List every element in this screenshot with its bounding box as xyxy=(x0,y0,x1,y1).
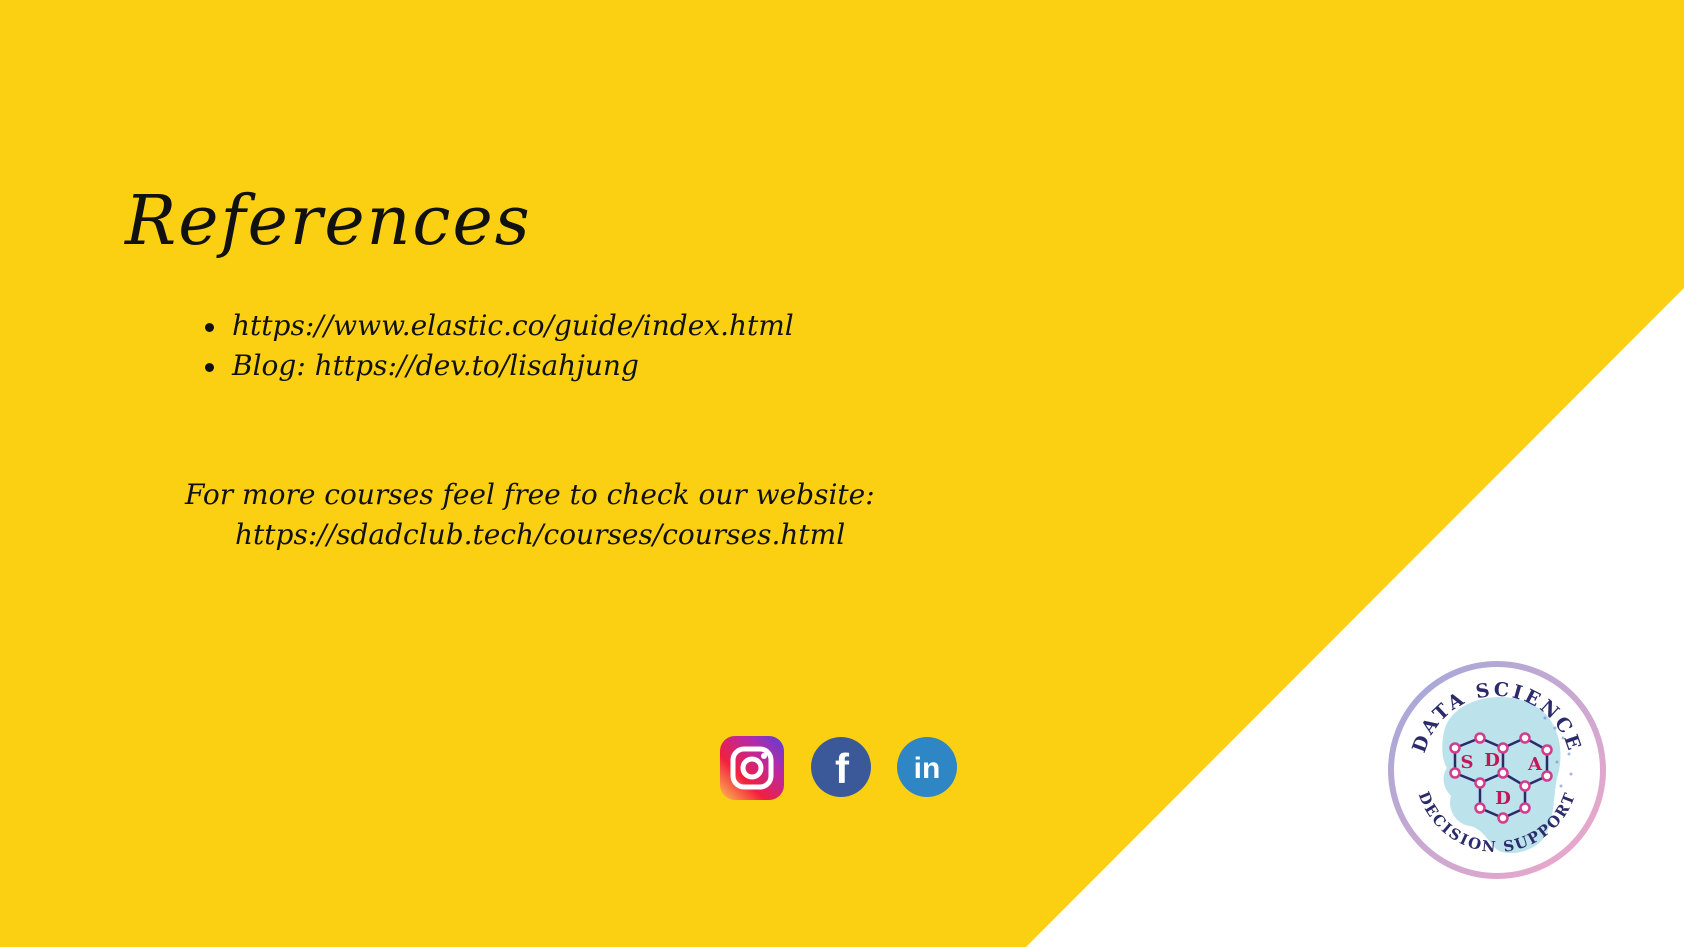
logo-letter-a: A xyxy=(1527,754,1543,775)
reference-link[interactable]: Blog: https://dev.to/lisahjung xyxy=(232,349,639,382)
reference-link[interactable]: https://www.elastic.co/guide/index.html xyxy=(232,309,794,342)
logo-letter-s: S xyxy=(1461,752,1474,773)
references-list: https://www.elastic.co/guide/index.html … xyxy=(205,306,794,386)
more-courses-text: For more courses feel free to check our … xyxy=(185,478,875,511)
linkedin-button[interactable]: in xyxy=(896,736,958,798)
logo-letter-d2: D xyxy=(1495,788,1511,809)
facebook-button[interactable]: f xyxy=(810,736,872,798)
sdad-club-logo: S D A D DATA SCIENCE DECISION SUPPORT xyxy=(1385,658,1609,882)
linkedin-icon: in xyxy=(897,737,957,797)
reference-item[interactable]: Blog: https://dev.to/lisahjung xyxy=(205,346,794,386)
more-courses-note: For more courses feel free to check our … xyxy=(185,475,875,555)
logo-letter-d: D xyxy=(1484,750,1500,771)
reference-item[interactable]: https://www.elastic.co/guide/index.html xyxy=(205,306,794,346)
facebook-glyph: f xyxy=(835,745,850,792)
facebook-icon: f xyxy=(811,737,871,797)
instagram-button[interactable] xyxy=(720,736,784,800)
instagram-icon xyxy=(720,736,784,800)
page-title: References xyxy=(125,182,532,261)
linkedin-glyph: in xyxy=(914,752,941,785)
website-link[interactable]: https://sdadclub.tech/courses/courses.ht… xyxy=(185,515,875,555)
